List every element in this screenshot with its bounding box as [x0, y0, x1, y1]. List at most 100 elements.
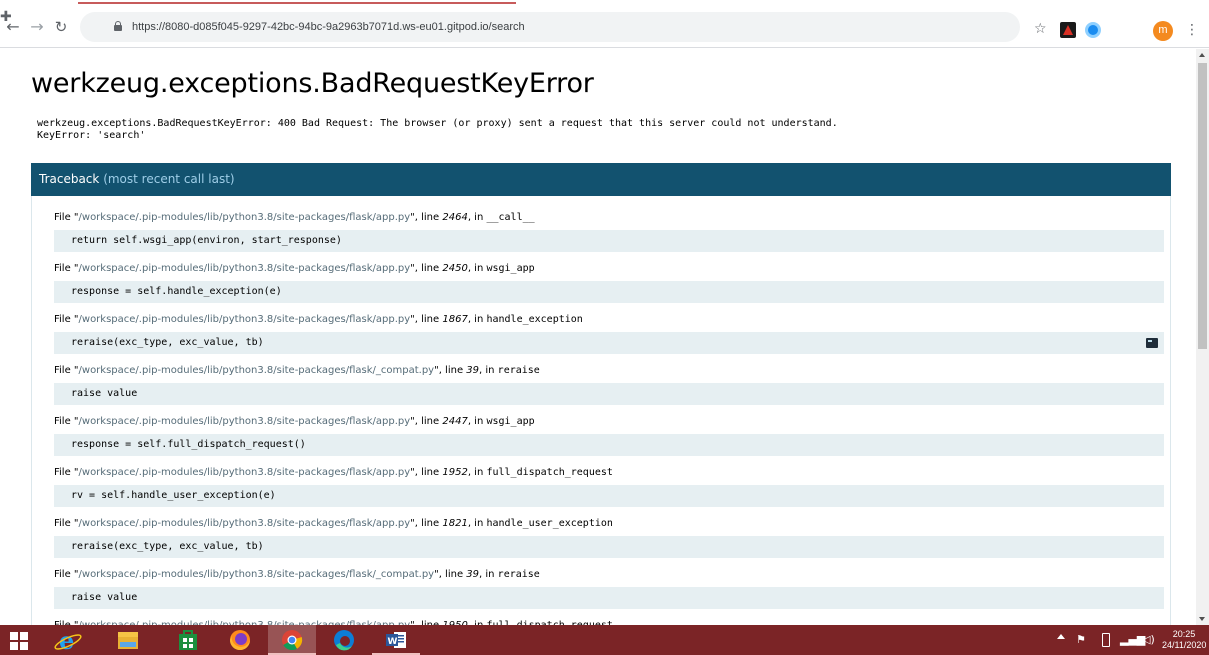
- frame-file-path: /workspace/.pip-modules/lib/python3.8/si…: [78, 569, 435, 580]
- frame-file-in: , in: [467, 518, 487, 529]
- frame-source-line[interactable]: rv = self.handle_user_exception(e): [54, 485, 1164, 507]
- taskbar-edge[interactable]: [320, 625, 368, 655]
- windows-logo-icon: [20, 632, 28, 640]
- frame-file-line: File "/workspace/.pip-modules/lib/python…: [54, 363, 1164, 379]
- frame-file-in: , in: [479, 365, 498, 376]
- chrome-icon: [282, 630, 303, 651]
- frame-function-name: wsgi_app: [486, 416, 535, 427]
- frame-function-name: reraise: [497, 365, 540, 376]
- frame-function-name: full_dispatch_request: [486, 467, 613, 478]
- lock-icon[interactable]: [114, 21, 122, 32]
- frame-file-line: File "/workspace/.pip-modules/lib/python…: [54, 210, 1164, 226]
- windows-logo-icon: [10, 632, 18, 640]
- frame-source-line[interactable]: raise value: [54, 383, 1164, 405]
- word-icon: W: [386, 632, 406, 648]
- active-tab[interactable]: [78, 0, 516, 4]
- frame-file-prefix: File ": [54, 263, 79, 274]
- traceback-body: File "/workspace/.pip-modules/lib/python…: [31, 196, 1171, 625]
- scroll-up-arrow-icon[interactable]: [1199, 53, 1205, 57]
- frame-source-line[interactable]: response = self.handle_exception(e): [54, 281, 1164, 303]
- frame-file-mid: ", line: [410, 416, 443, 427]
- frame-line-number: 2450: [442, 263, 468, 274]
- pdf-extension-icon[interactable]: [1060, 22, 1076, 38]
- frame-source-line[interactable]: response = self.full_dispatch_request(): [54, 434, 1164, 456]
- frame-line-number: 1821: [442, 518, 468, 529]
- frame-line-number: 2447: [442, 416, 468, 427]
- frame-file-path: /workspace/.pip-modules/lib/python3.8/si…: [78, 467, 411, 478]
- frame-file-in: , in: [467, 263, 487, 274]
- reload-button[interactable]: ↻: [50, 16, 72, 38]
- frame-function-name: wsgi_app: [486, 263, 535, 274]
- url-text[interactable]: https://8080-d085f045-9297-42bc-94bc-9a2…: [132, 12, 525, 42]
- svg-text:W: W: [388, 637, 398, 647]
- traceback-frame[interactable]: File "/workspace/.pip-modules/lib/python…: [54, 567, 1164, 609]
- frame-source-code: raise value: [71, 592, 138, 603]
- frame-file-path: /workspace/.pip-modules/lib/python3.8/si…: [78, 212, 411, 223]
- traceback-frame[interactable]: File "/workspace/.pip-modules/lib/python…: [54, 414, 1164, 456]
- error-message: werkzeug.exceptions.BadRequestKeyError: …: [37, 118, 838, 142]
- start-button[interactable]: [0, 625, 40, 655]
- frame-file-prefix: File ": [54, 212, 79, 223]
- edge-icon: [334, 630, 354, 651]
- error-message-line: KeyError: 'search': [37, 130, 146, 141]
- frame-source-code: return self.wsgi_app(environ, start_resp…: [71, 235, 342, 246]
- frame-source-line[interactable]: raise value: [54, 587, 1164, 609]
- traceback-frame[interactable]: File "/workspace/.pip-modules/lib/python…: [54, 261, 1164, 303]
- traceback-frame[interactable]: File "/workspace/.pip-modules/lib/python…: [54, 363, 1164, 405]
- bookmark-star-icon[interactable]: ☆: [1034, 22, 1047, 36]
- taskbar-file-explorer[interactable]: [104, 625, 152, 655]
- frame-source-code: rv = self.handle_user_exception(e): [71, 490, 276, 501]
- frame-file-line: File "/workspace/.pip-modules/lib/python…: [54, 516, 1164, 532]
- action-center-flag-icon[interactable]: ⚑: [1076, 633, 1090, 647]
- frame-line-number: 1952: [442, 467, 468, 478]
- frame-file-mid: ", line: [434, 569, 467, 580]
- taskbar-microsoft-store[interactable]: [164, 625, 212, 655]
- clock-time: 20:25: [1172, 629, 1196, 639]
- taskbar-firefox[interactable]: [216, 625, 264, 655]
- blue-extension-icon[interactable]: [1085, 22, 1101, 38]
- scrollbar-thumb[interactable]: [1198, 63, 1207, 349]
- traceback-frame[interactable]: File "/workspace/.pip-modules/lib/python…: [54, 618, 1164, 625]
- taskbar-chrome-active[interactable]: [268, 625, 316, 655]
- traceback-frame[interactable]: File "/workspace/.pip-modules/lib/python…: [54, 516, 1164, 558]
- frame-file-prefix: File ": [54, 314, 79, 325]
- taskbar-clock[interactable]: 20:25 24/11/2020: [1162, 629, 1206, 651]
- traceback-frame[interactable]: File "/workspace/.pip-modules/lib/python…: [54, 312, 1164, 354]
- frame-file-mid: ", line: [434, 365, 467, 376]
- frame-file-mid: ", line: [410, 314, 443, 325]
- open-console-icon[interactable]: [1146, 338, 1158, 348]
- forward-button[interactable]: →: [26, 16, 48, 38]
- traceback-frame[interactable]: File "/workspace/.pip-modules/lib/python…: [54, 465, 1164, 507]
- frame-source-code: reraise(exc_type, exc_value, tb): [71, 337, 264, 348]
- frame-line-number: 39: [466, 569, 480, 580]
- traceback-frame[interactable]: File "/workspace/.pip-modules/lib/python…: [54, 210, 1164, 252]
- taskbar-word[interactable]: W: [372, 625, 420, 655]
- scroll-down-arrow-icon[interactable]: [1199, 617, 1205, 621]
- frame-file-prefix: File ": [54, 416, 79, 427]
- frame-file-mid: ", line: [410, 518, 443, 529]
- frame-source-code: reraise(exc_type, exc_value, tb): [71, 541, 264, 552]
- vertical-scrollbar[interactable]: [1196, 49, 1209, 625]
- address-bar[interactable]: https://8080-d085f045-9297-42bc-94bc-9a2…: [80, 12, 1020, 42]
- frame-source-line[interactable]: reraise(exc_type, exc_value, tb): [54, 332, 1164, 354]
- internet-explorer-icon: e: [54, 626, 82, 655]
- battery-icon[interactable]: [1102, 633, 1110, 647]
- frame-file-path: /workspace/.pip-modules/lib/python3.8/si…: [78, 416, 411, 427]
- store-bag-icon: [179, 630, 197, 650]
- profile-avatar[interactable]: m: [1153, 21, 1173, 41]
- frame-file-in: , in: [479, 569, 498, 580]
- frame-file-prefix: File ": [54, 518, 79, 529]
- tray-overflow-chevron-icon[interactable]: [1057, 634, 1065, 639]
- network-signal-icon[interactable]: ▂▄▆: [1120, 633, 1145, 647]
- frame-source-code: raise value: [71, 388, 138, 399]
- frame-line-number: 39: [466, 365, 480, 376]
- frame-file-in: , in: [467, 467, 487, 478]
- frame-source-line[interactable]: return self.wsgi_app(environ, start_resp…: [54, 230, 1164, 252]
- volume-icon[interactable]: ◁): [1142, 633, 1156, 647]
- frame-file-line: File "/workspace/.pip-modules/lib/python…: [54, 261, 1164, 277]
- traceback-subtitle: (most recent call last): [103, 172, 235, 186]
- back-button[interactable]: ←: [2, 16, 24, 38]
- menu-kebab-icon[interactable]: ⋮: [1185, 21, 1199, 39]
- frame-source-line[interactable]: reraise(exc_type, exc_value, tb): [54, 536, 1164, 558]
- taskbar-internet-explorer[interactable]: e: [44, 625, 92, 655]
